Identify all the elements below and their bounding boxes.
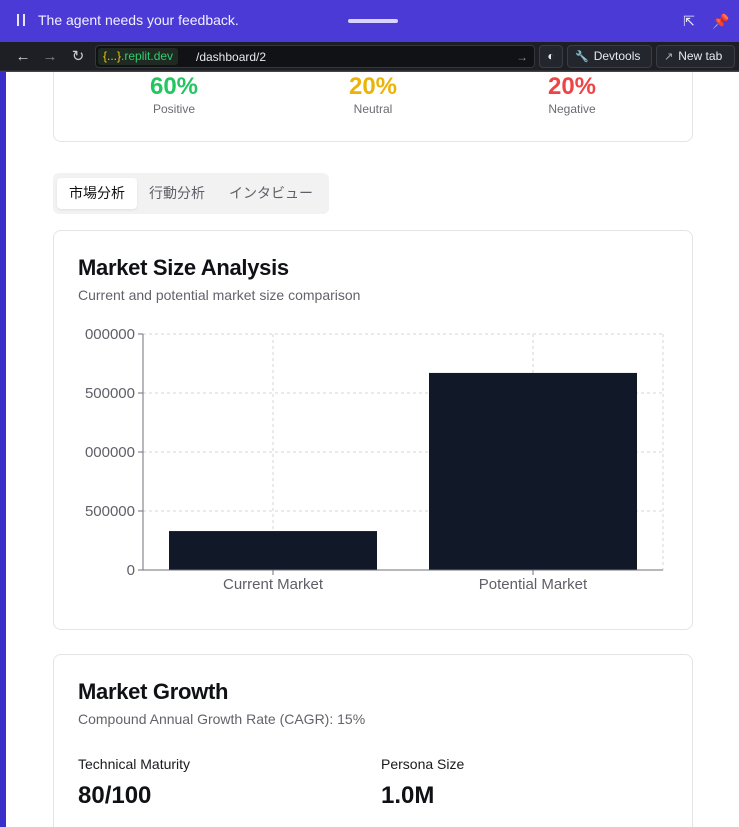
positive-label: Positive	[152, 102, 196, 116]
tab-interview[interactable]: インタビュー	[219, 178, 323, 209]
stat-label: Persona Size	[381, 756, 465, 772]
drag-handle[interactable]	[348, 19, 398, 23]
bar-1	[429, 372, 637, 570]
browser-toolbar: ← → ↻ {...}.replit.dev /dashboard/2 → ◐ …	[0, 42, 739, 71]
sentiment-positive: 60% Positive	[114, 73, 234, 117]
palette-icon[interactable]: ◐	[539, 45, 563, 68]
stat-value: 80/100	[78, 782, 152, 809]
y-tick-label: 000000	[85, 444, 135, 461]
y-tick-label: 0	[127, 562, 135, 579]
wrench-icon: 🔧	[575, 51, 589, 63]
reload-icon[interactable]: ↻	[68, 47, 88, 67]
pin-icon[interactable]: 📌	[712, 12, 730, 30]
neutral-label: Neutral	[353, 102, 393, 116]
tab-behavior-analysis[interactable]: 行動分析	[139, 178, 215, 209]
stat-label: Technical Maturity	[78, 756, 191, 772]
pause-icon[interactable]	[14, 13, 28, 29]
neutral-value: 20%	[348, 73, 398, 100]
chart-y-tick-labels: 0 500000 000000 500000 000000	[85, 326, 135, 579]
positive-value: 60%	[149, 73, 199, 100]
page-content: 60% Positive 20% Neutral 20% Negative 市場…	[6, 72, 739, 827]
external-link-icon: ↗	[664, 51, 674, 63]
tab-market-analysis[interactable]: 市場分析	[57, 178, 137, 209]
forward-icon[interactable]: →	[40, 47, 60, 67]
stat-value: 1.0M	[381, 782, 435, 809]
chart-bars	[169, 372, 637, 570]
stat-technical-maturity: Technical Maturity 80/100	[78, 755, 190, 811]
url-host: {...}.replit.dev	[98, 48, 179, 65]
market-growth-card: Market Growth Compound Annual Growth Rat…	[53, 654, 693, 827]
sentiment-neutral: 20% Neutral	[313, 73, 433, 117]
analysis-tabs: 市場分析 行動分析 インタビュー	[53, 173, 329, 214]
bar-0	[169, 531, 377, 570]
market-growth-title: Market Growth	[78, 679, 229, 704]
negative-label: Negative	[548, 102, 596, 116]
popout-icon[interactable]: ⇱	[680, 12, 698, 30]
negative-value: 20%	[547, 73, 597, 100]
new-tab-button[interactable]: ↗ New tab	[656, 45, 735, 68]
agent-feedback-message[interactable]: The agent needs your feedback.	[38, 12, 239, 28]
market-size-card: Market Size Analysis Current and potenti…	[53, 230, 693, 630]
go-arrow-icon[interactable]: →	[516, 49, 528, 66]
url-path: /dashboard/2	[196, 50, 267, 64]
y-tick-label: 500000	[85, 503, 135, 520]
sentiment-negative: 20% Negative	[512, 73, 632, 117]
agent-feedback-bar: The agent needs your feedback. ⇱ 📌	[0, 0, 739, 42]
stat-persona-size: Persona Size 1.0M	[381, 755, 464, 811]
x-tick-label: Potential Market	[479, 576, 588, 593]
x-tick-label: Current Market	[223, 576, 324, 593]
market-size-chart: 0 500000 000000 500000 000000 Current Market…	[85, 326, 664, 593]
chart-x-tick-labels: Current Market Potential Market	[223, 576, 588, 593]
y-tick-label: 500000	[85, 385, 135, 402]
market-growth-subtitle: Compound Annual Growth Rate (CAGR): 15%	[78, 711, 366, 727]
sentiment-card: 60% Positive 20% Neutral 20% Negative	[53, 72, 693, 142]
address-bar[interactable]: {...}.replit.dev /dashboard/2 →	[95, 45, 535, 68]
y-tick-label: 000000	[85, 326, 135, 343]
devtools-button[interactable]: 🔧 Devtools	[567, 45, 652, 68]
back-icon[interactable]: ←	[13, 47, 33, 67]
